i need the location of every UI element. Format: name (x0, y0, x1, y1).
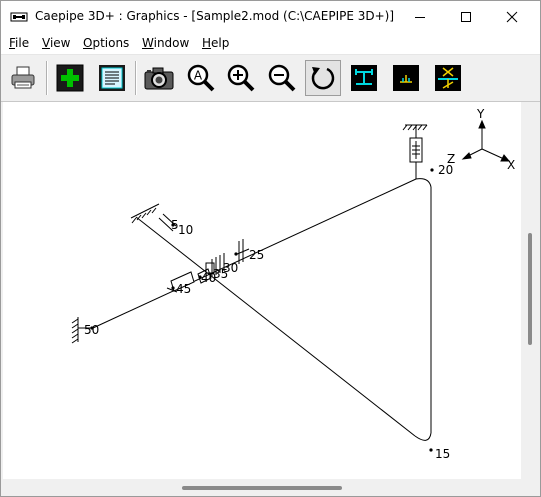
axis-label-y: Y (476, 107, 485, 121)
menu-view[interactable]: View (42, 36, 70, 50)
zoom-out-button[interactable] (264, 60, 300, 96)
node-label: 25 (249, 248, 264, 262)
camera-icon (144, 67, 174, 90)
menu-options[interactable]: Options (83, 36, 129, 50)
pipe-segments (92, 158, 432, 441)
menu-bar: File View Options Window Help (1, 33, 540, 55)
toolbar-separator (135, 61, 137, 95)
toolbar-separator (46, 61, 48, 95)
menu-help[interactable]: Help (202, 36, 229, 50)
maximize-icon (461, 12, 471, 22)
print-icon (11, 66, 35, 89)
node-label: 50 (84, 323, 99, 337)
close-button[interactable] (489, 1, 535, 33)
close-icon (506, 11, 518, 23)
show-nodes-icon (393, 65, 419, 91)
graphics-canvas[interactable]: 5 10 15 20 25 30 35 40 45 50 Y X Z (3, 102, 521, 479)
node-label: 15 (435, 447, 450, 461)
zoom-in-button[interactable] (223, 60, 259, 96)
svg-text:A: A (194, 69, 203, 83)
show-supports-icon (351, 65, 377, 91)
show-anchors-button[interactable] (430, 60, 466, 96)
pipe-model: 5 10 15 20 25 30 35 40 45 50 Y X Z (71, 107, 515, 461)
maximize-button[interactable] (443, 1, 489, 33)
title-bar[interactable]: Caepipe 3D+ : Graphics - [Sample2.mod (C… (1, 1, 540, 33)
menu-window[interactable]: Window (142, 36, 189, 50)
add-button[interactable] (52, 60, 88, 96)
list-button[interactable] (94, 60, 130, 96)
toolbar: A (1, 55, 540, 102)
app-window: Caepipe 3D+ : Graphics - [Sample2.mod (C… (0, 0, 541, 497)
list-icon (99, 65, 125, 91)
pipe-bend (415, 178, 432, 188)
axis-label-x: X (507, 158, 515, 172)
minimize-icon (415, 17, 425, 18)
z-axis-arrow (461, 152, 472, 160)
axis-labels: Y X Z (447, 107, 515, 172)
axis-triad (461, 119, 511, 162)
pipe-segment (135, 216, 416, 437)
support-node-5 (130, 203, 177, 232)
minimize-button[interactable] (397, 1, 443, 33)
zoom-all-button[interactable]: A (183, 60, 219, 96)
pipe-bend (414, 432, 432, 441)
rotate-button[interactable] (305, 60, 341, 96)
node-markers (90, 168, 434, 452)
horizontal-scroll-thumb[interactable] (182, 486, 342, 490)
y-axis-arrow (478, 119, 486, 129)
app-icon (10, 12, 28, 22)
menu-file[interactable]: File (9, 36, 29, 50)
scrollbar-corner (521, 479, 539, 496)
vertical-scroll-thumb[interactable] (528, 233, 532, 345)
zoom-all-icon: A (187, 64, 215, 92)
zoom-in-icon (227, 64, 255, 92)
rotate-icon (311, 67, 335, 90)
show-nodes-button[interactable] (388, 60, 424, 96)
hanger-node-20 (402, 124, 428, 163)
add-icon (56, 64, 84, 92)
node-labels: 5 10 15 20 25 30 35 40 45 50 (84, 163, 453, 461)
show-anchors-icon (435, 65, 461, 91)
zoom-out-icon (268, 64, 296, 92)
print-button[interactable] (5, 60, 41, 96)
node-label: 45 (176, 282, 191, 296)
axis-label-z: Z (447, 152, 455, 166)
node-label: 40 (201, 271, 216, 285)
window-title: Caepipe 3D+ : Graphics - [Sample2.mod (C… (35, 9, 395, 23)
x-axis (481, 148, 505, 160)
show-supports-button[interactable] (346, 60, 382, 96)
node-label: 10 (178, 223, 193, 237)
camera-button[interactable] (141, 60, 177, 96)
